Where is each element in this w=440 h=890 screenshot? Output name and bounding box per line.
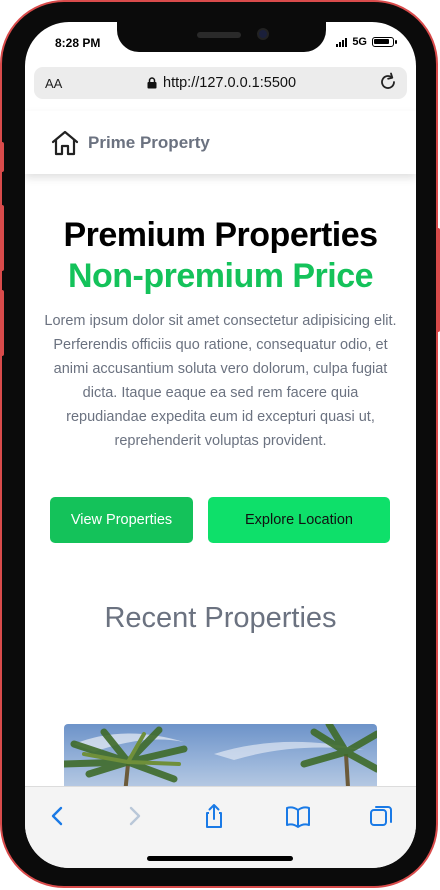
text-size-button[interactable]: AA — [45, 76, 62, 91]
side-button-left-2 — [0, 205, 4, 271]
device-frame: 8:28 PM 5G AA http://127.0.0.1:5500 Prim… — [0, 0, 440, 890]
reload-icon[interactable] — [376, 70, 400, 94]
lock-icon — [147, 77, 157, 89]
url-text: http://127.0.0.1:5500 — [163, 75, 297, 91]
view-properties-button[interactable]: View Properties — [50, 497, 193, 543]
site-navbar: Prime Property — [25, 111, 416, 174]
camera-icon — [257, 28, 269, 40]
notch — [117, 22, 326, 52]
brand-name: Prime Property — [88, 133, 210, 152]
network-label: 5G — [352, 36, 367, 48]
brand-link[interactable]: Prime Property — [50, 129, 210, 157]
chevron-right-icon[interactable] — [121, 803, 147, 829]
hero-title: Premium Properties — [63, 216, 378, 254]
recent-properties-heading: Recent Properties — [104, 602, 337, 634]
status-indicators: 5G — [336, 36, 397, 48]
side-button-left-1 — [0, 142, 4, 172]
speaker-grille — [197, 32, 241, 38]
address-bar[interactable]: AA http://127.0.0.1:5500 — [34, 67, 407, 99]
share-icon[interactable] — [201, 803, 227, 829]
tabs-icon[interactable] — [368, 803, 394, 829]
hero-subtitle: Non-premium Price — [67, 257, 374, 295]
battery-icon — [372, 37, 397, 47]
screen: 8:28 PM 5G AA http://127.0.0.1:5500 Prim… — [25, 22, 416, 868]
house-icon — [51, 130, 79, 156]
hero-description: Lorem ipsum dolor sit amet consectetur a… — [44, 313, 397, 449]
side-button-left-3 — [0, 290, 4, 356]
signal-icon — [336, 37, 348, 47]
explore-location-button[interactable]: Explore Location — [208, 497, 390, 543]
chevron-left-icon[interactable] — [45, 803, 71, 829]
book-icon[interactable] — [285, 803, 311, 829]
side-button-right — [436, 228, 440, 332]
home-indicator[interactable] — [147, 856, 293, 861]
url-display[interactable]: http://127.0.0.1:5500 — [147, 75, 296, 91]
status-time: 8:28 PM — [55, 36, 101, 50]
